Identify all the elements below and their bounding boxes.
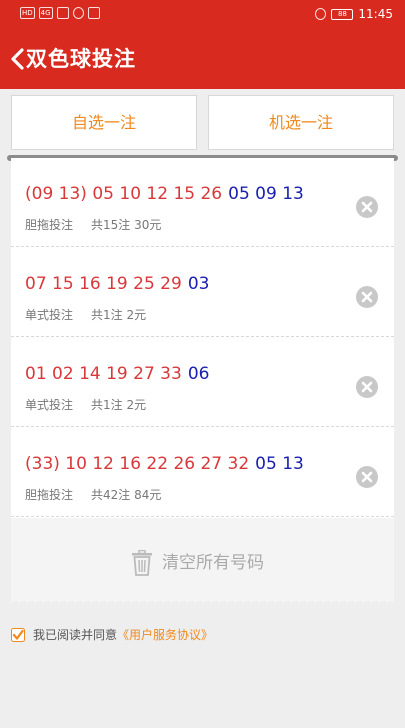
delete-entry-button[interactable]: [356, 376, 378, 398]
service-agreement-link[interactable]: 《用户服务协议》: [117, 626, 213, 644]
clear-all-label: 清空所有号码: [162, 553, 264, 573]
delete-circle-icon: [361, 471, 373, 483]
bet-numbers: 07 15 16 19 25 29 03: [25, 272, 209, 296]
bet-meta: 胆拖投注 共42注 84元: [25, 486, 161, 504]
delete-entry-button[interactable]: [356, 286, 378, 308]
signal-icon: [56, 7, 69, 19]
bet-numbers: (09 13) 05 10 12 15 26 05 09 13: [25, 182, 304, 206]
back-arrow-icon[interactable]: [9, 47, 27, 71]
bet-numbers: (33) 10 12 16 22 26 27 32 05 13: [25, 452, 304, 476]
blue-numbers: 03: [187, 274, 210, 294]
checkbox-checked-icon[interactable]: [11, 628, 25, 642]
bet-summary: 共1注 2元: [91, 308, 147, 322]
bet-summary: 共15注 30元: [91, 218, 162, 232]
delete-circle-icon: [361, 291, 373, 303]
bet-type: 胆拖投注: [25, 218, 74, 232]
bet-entry: 07 15 16 19 25 29 03 单式投注 共1注 2元: [11, 248, 394, 337]
bet-meta: 单式投注 共1注 2元: [25, 396, 146, 414]
delete-entry-button[interactable]: [356, 466, 378, 488]
bet-type: 单式投注: [25, 308, 74, 322]
hd-icon: HD: [20, 7, 35, 19]
ticket-card: (09 13) 05 10 12 15 26 05 09 13 胆拖投注 共15注 …: [11, 158, 394, 601]
ticket-zigzag-edge: [11, 598, 394, 604]
status-bar-right: 88 11:45: [315, 6, 393, 22]
delete-circle-icon: [361, 201, 373, 213]
agreement-text: 我已阅读并同意: [33, 628, 118, 642]
alarm-icon: [72, 7, 84, 19]
battery-icon: 88: [331, 8, 354, 20]
bet-numbers: 01 02 14 19 27 33 06: [25, 362, 209, 386]
manual-pick-button[interactable]: 自选一注: [11, 95, 197, 150]
status-time: 11:45: [358, 7, 393, 21]
bet-type: 胆拖投注: [25, 488, 74, 502]
bet-type: 单式投注: [25, 398, 74, 412]
red-numbers: (33) 10 12 16 22 26 27 32: [25, 454, 250, 474]
agreement-row: 我已阅读并同意 《用户服务协议》: [11, 626, 213, 644]
blue-numbers: 05 13: [255, 454, 304, 474]
status-bar: HD 4G 88 11:45: [0, 0, 405, 28]
delete-entry-button[interactable]: [356, 196, 378, 218]
red-numbers: 01 02 14 19 27 33: [25, 364, 182, 384]
blue-numbers: 05 09 13: [228, 184, 304, 204]
random-pick-button[interactable]: 机选一注: [208, 95, 394, 150]
bet-meta: 胆拖投注 共15注 30元: [25, 216, 161, 234]
blue-numbers: 06: [187, 364, 210, 384]
bet-meta: 单式投注 共1注 2元: [25, 306, 146, 324]
page-title: 双色球投注: [26, 47, 136, 71]
bet-entry: 01 02 14 19 27 33 06 单式投注 共1注 2元: [11, 338, 394, 427]
mute-icon: [315, 8, 327, 20]
action-buttons: 自选一注 机选一注: [11, 95, 394, 150]
hourglass-icon: [87, 7, 100, 19]
app-header: 双色球投注: [0, 28, 405, 89]
trash-icon: [132, 550, 152, 576]
clear-area: 清空所有号码: [11, 518, 394, 601]
clear-all-button[interactable]: 清空所有号码: [131, 548, 264, 578]
network-4g-icon: 4G: [38, 7, 53, 19]
bet-entry: (09 13) 05 10 12 15 26 05 09 13 胆拖投注 共15注 …: [11, 158, 394, 247]
red-numbers: 07 15 16 19 25 29: [25, 274, 182, 294]
bet-summary: 共42注 84元: [91, 488, 162, 502]
red-numbers: (09 13) 05 10 12 15 26: [25, 184, 223, 204]
delete-circle-icon: [361, 381, 373, 393]
status-bar-left: HD 4G: [20, 7, 100, 19]
bet-summary: 共1注 2元: [91, 398, 147, 412]
bet-entry: (33) 10 12 16 22 26 27 32 05 13 胆拖投注 共42注 …: [11, 428, 394, 517]
